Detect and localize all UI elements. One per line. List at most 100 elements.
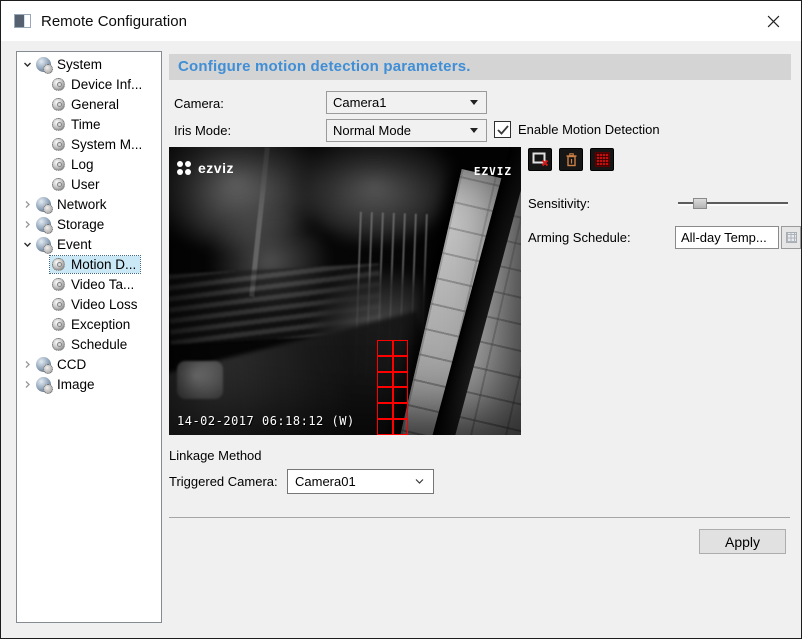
tree-node-label: Network (57, 197, 107, 212)
arming-schedule-label: Arming Schedule: (528, 227, 631, 249)
window-title: Remote Configuration (41, 13, 187, 30)
chevron-icon[interactable] (21, 198, 34, 211)
tree-node-icon (52, 318, 65, 331)
motion-grid-cell (377, 387, 393, 403)
video-vignette (169, 147, 521, 435)
tree-node-label: General (71, 97, 119, 112)
linkage-method-label: Linkage Method (169, 445, 262, 467)
motion-grid-cell (377, 356, 393, 372)
enable-motion-checkbox[interactable] (494, 121, 511, 138)
motion-grid-cell (393, 403, 409, 419)
tree-item-ccd[interactable]: CCD (17, 354, 161, 374)
chevron-icon[interactable] (21, 358, 34, 371)
trash-icon (565, 153, 578, 167)
video-preview-canvas[interactable]: ezviz EZVIZ 14-02-2017 06:18:12 (W) (169, 147, 521, 435)
tree-item-user[interactable]: User (17, 174, 161, 194)
chevron-icon[interactable] (21, 238, 34, 251)
chevron-icon[interactable] (21, 218, 34, 231)
triggered-camera-select[interactable]: Camera01 (287, 469, 434, 494)
schedule-grid-icon (786, 232, 797, 243)
apply-button[interactable]: Apply (699, 529, 786, 554)
motion-grid-cell (393, 387, 409, 403)
close-button[interactable] (751, 1, 795, 41)
tree-node-icon (52, 178, 65, 191)
footer-separator (169, 517, 790, 518)
dropdown-arrow-icon (470, 128, 478, 133)
tree-node-icon (52, 258, 65, 271)
tree-item-time[interactable]: Time (17, 114, 161, 134)
camera-select-value: Camera1 (327, 95, 470, 110)
tree-item-video-ta[interactable]: Video Ta... (17, 274, 161, 294)
chevron-icon[interactable] (21, 58, 34, 71)
tree-item-system[interactable]: System (17, 54, 161, 74)
tree-item-system-m[interactable]: System M... (17, 134, 161, 154)
enable-motion-label: Enable Motion Detection (518, 122, 660, 137)
tree-item-device-inf[interactable]: Device Inf... (17, 74, 161, 94)
delete-region-button[interactable] (559, 148, 583, 171)
motion-grid-cell (377, 403, 393, 419)
tree-node-label: Schedule (71, 337, 127, 352)
tree-item-network[interactable]: Network (17, 194, 161, 214)
section-header: Configure motion detection parameters. (169, 54, 791, 80)
enable-motion-detection-control[interactable]: Enable Motion Detection (494, 121, 660, 138)
tree-node-label: Time (71, 117, 101, 132)
titlebar: Remote Configuration (1, 1, 801, 41)
tree-node-label: System (57, 57, 102, 72)
tree-item-motion-d[interactable]: Motion D... (17, 254, 161, 274)
select-full-area-button[interactable] (590, 148, 614, 171)
section-header-title: Configure motion detection parameters. (169, 54, 791, 80)
dropdown-arrow-icon (470, 100, 478, 105)
tree-node-label: Log (71, 157, 94, 172)
motion-grid-cell (393, 419, 409, 435)
tree-node-icon (52, 118, 65, 131)
tree-item-image[interactable]: Image (17, 374, 161, 394)
sensitivity-slider-handle[interactable] (693, 198, 707, 209)
tree-node-label: Video Loss (71, 297, 138, 312)
checkmark-icon (497, 125, 509, 135)
arming-schedule-control: All-day Temp... (675, 226, 801, 249)
iris-mode-label: Iris Mode: (174, 120, 231, 142)
tree-node-label: System M... (71, 137, 142, 152)
tree-node-icon (36, 57, 51, 72)
tree-node-icon (52, 138, 65, 151)
motion-grid-cell (377, 340, 393, 356)
tree-item-schedule[interactable]: Schedule (17, 334, 161, 354)
tree-node-label: Event (57, 237, 92, 252)
motion-grid-cell (393, 372, 409, 388)
motion-grid-cell (377, 372, 393, 388)
tree-node-label: Device Inf... (71, 77, 142, 92)
tree-item-storage[interactable]: Storage (17, 214, 161, 234)
tree-item-video-loss[interactable]: Video Loss (17, 294, 161, 314)
ezviz-logo: ezviz (177, 160, 234, 176)
tree-node-icon (52, 98, 65, 111)
config-tree: System Device Inf... General Time (16, 51, 162, 623)
chevron-down-icon (414, 476, 425, 487)
iris-mode-select-value: Normal Mode (327, 123, 470, 138)
close-icon (767, 15, 780, 28)
tree-item-exception[interactable]: Exception (17, 314, 161, 334)
tree-node-label: Motion D... (71, 257, 136, 272)
sensitivity-slider[interactable] (678, 197, 788, 211)
tree-node-icon (36, 197, 51, 212)
tree-node-icon (36, 217, 51, 232)
clear-region-button[interactable] (528, 148, 552, 171)
tree-item-log[interactable]: Log (17, 154, 161, 174)
motion-detection-grid (377, 340, 408, 435)
triggered-camera-value: Camera01 (288, 474, 414, 489)
arming-schedule-edit-button[interactable] (781, 226, 801, 249)
tree-node-label: CCD (57, 357, 86, 372)
clear-region-icon (532, 152, 549, 167)
camera-select[interactable]: Camera1 (326, 91, 487, 114)
tree-node-icon (52, 338, 65, 351)
tree-node-label: Storage (57, 217, 104, 232)
tree-item-general[interactable]: General (17, 94, 161, 114)
tree-item-event[interactable]: Event (17, 234, 161, 254)
chevron-icon[interactable] (21, 378, 34, 391)
arming-schedule-field[interactable]: All-day Temp... (675, 226, 779, 249)
tree-node-label: User (71, 177, 100, 192)
iris-mode-select[interactable]: Normal Mode (326, 119, 487, 142)
osd-timestamp: 14-02-2017 06:18:12 (W) (177, 414, 355, 428)
select-full-area-icon (595, 152, 610, 167)
tree-node-icon (36, 377, 51, 392)
tree-node-label: Video Ta... (71, 277, 134, 292)
